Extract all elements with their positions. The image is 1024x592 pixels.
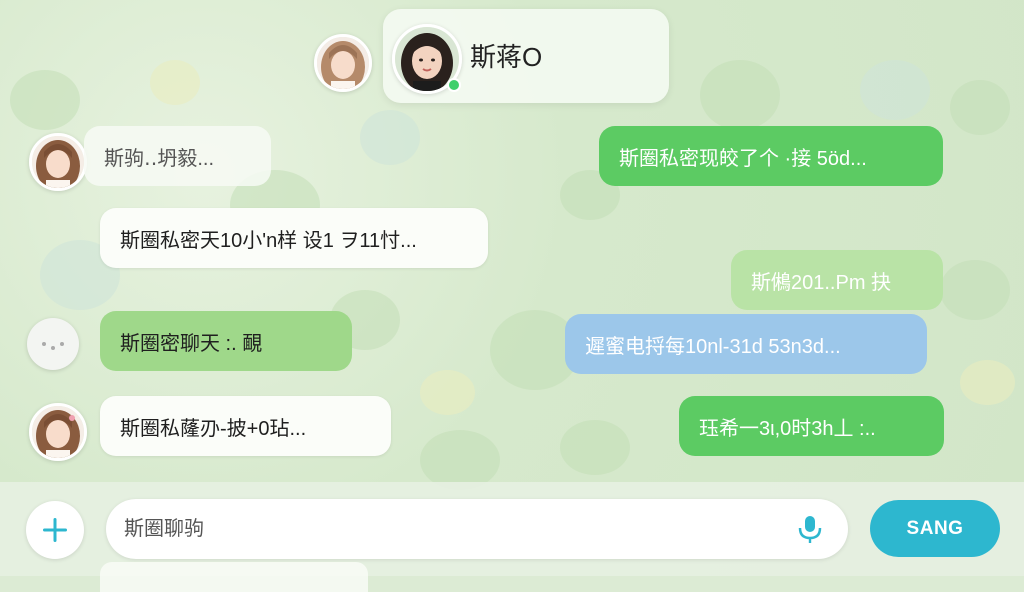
message-bubble-incoming[interactable]: 斯圈私密天10小'n样 设1 ヲ11忖... xyxy=(100,208,488,268)
contact-name: 斯蒋O xyxy=(470,42,543,72)
message-text: 珏希一3ι,0时3h丄 :.. xyxy=(699,417,876,440)
plus-icon xyxy=(43,518,67,542)
message-bubble-incoming[interactable]: 斯圈私蕯刅-披+0玷... xyxy=(100,396,391,456)
message-avatar[interactable] xyxy=(29,133,87,191)
voice-input-button[interactable] xyxy=(792,513,828,545)
message-bubble-outgoing[interactable]: 珏希一3ι,0时3h丄 :.. xyxy=(679,396,944,456)
message-input[interactable] xyxy=(106,499,848,559)
message-text: 斯驹‥坍毅... xyxy=(104,147,215,170)
message-bubble-outgoing[interactable]: 斯圈私密现皎了个 ·接 5öd... xyxy=(599,126,943,186)
secondary-avatar[interactable] xyxy=(314,34,372,92)
microphone-icon xyxy=(798,516,822,543)
message-avatar[interactable] xyxy=(29,403,87,461)
message-bubble-outgoing[interactable]: 斯鵂201..Pm 抉 xyxy=(731,250,943,310)
attach-button[interactable] xyxy=(26,501,84,559)
message-text: 斯圈私密现皎了个 ·接 5öd... xyxy=(619,147,867,170)
message-text: 遲蜜电捋每10nl-31d 53n3d... xyxy=(585,335,841,358)
send-button[interactable]: SANG xyxy=(870,500,1000,557)
partial-message-bubble xyxy=(100,562,368,592)
placeholder-avatar[interactable] xyxy=(27,318,79,370)
message-bubble-incoming[interactable]: 斯圈密聊天 :. 靦 xyxy=(100,311,352,371)
message-text: 斯鵂201..Pm 抉 xyxy=(751,271,892,294)
message-text: 斯圈密聊天 :. 靦 xyxy=(120,332,263,355)
message-bubble-outgoing[interactable]: 遲蜜电捋每10nl-31d 53n3d... xyxy=(565,314,927,374)
online-status-dot xyxy=(447,78,461,92)
message-text: 斯圈私蕯刅-披+0玷... xyxy=(120,417,307,440)
message-text: 斯圈私密天10小'n样 设1 ヲ11忖... xyxy=(120,229,417,252)
message-bubble-incoming[interactable]: 斯驹‥坍毅... xyxy=(84,126,271,186)
